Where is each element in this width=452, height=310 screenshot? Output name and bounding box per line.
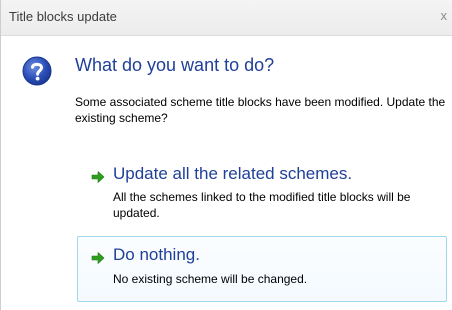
green-arrow-icon bbox=[91, 252, 105, 264]
title-bar[interactable]: Title blocks update x bbox=[1, 0, 452, 36]
update-all-schemes-option[interactable]: Update all the related schemes. All the … bbox=[77, 158, 447, 228]
close-button[interactable]: x bbox=[441, 8, 448, 23]
green-arrow-icon bbox=[91, 171, 105, 183]
option-description: All the schemes linked to the modified t… bbox=[113, 190, 411, 220]
window-title: Title blocks update bbox=[9, 9, 117, 24]
dialog-message: Some associated scheme title blocks have… bbox=[75, 95, 446, 125]
option-title: Update all the related schemes. bbox=[113, 164, 353, 183]
option-title: Do nothing. bbox=[113, 245, 200, 264]
option-description: No existing scheme will be changed. bbox=[113, 272, 308, 286]
dialog-heading: What do you want to do? bbox=[75, 55, 275, 75]
question-icon bbox=[22, 56, 52, 86]
dialog-window: Title blocks update x What do you want t… bbox=[0, 0, 452, 310]
do-nothing-option[interactable]: Do nothing. No existing scheme will be c… bbox=[77, 236, 447, 302]
